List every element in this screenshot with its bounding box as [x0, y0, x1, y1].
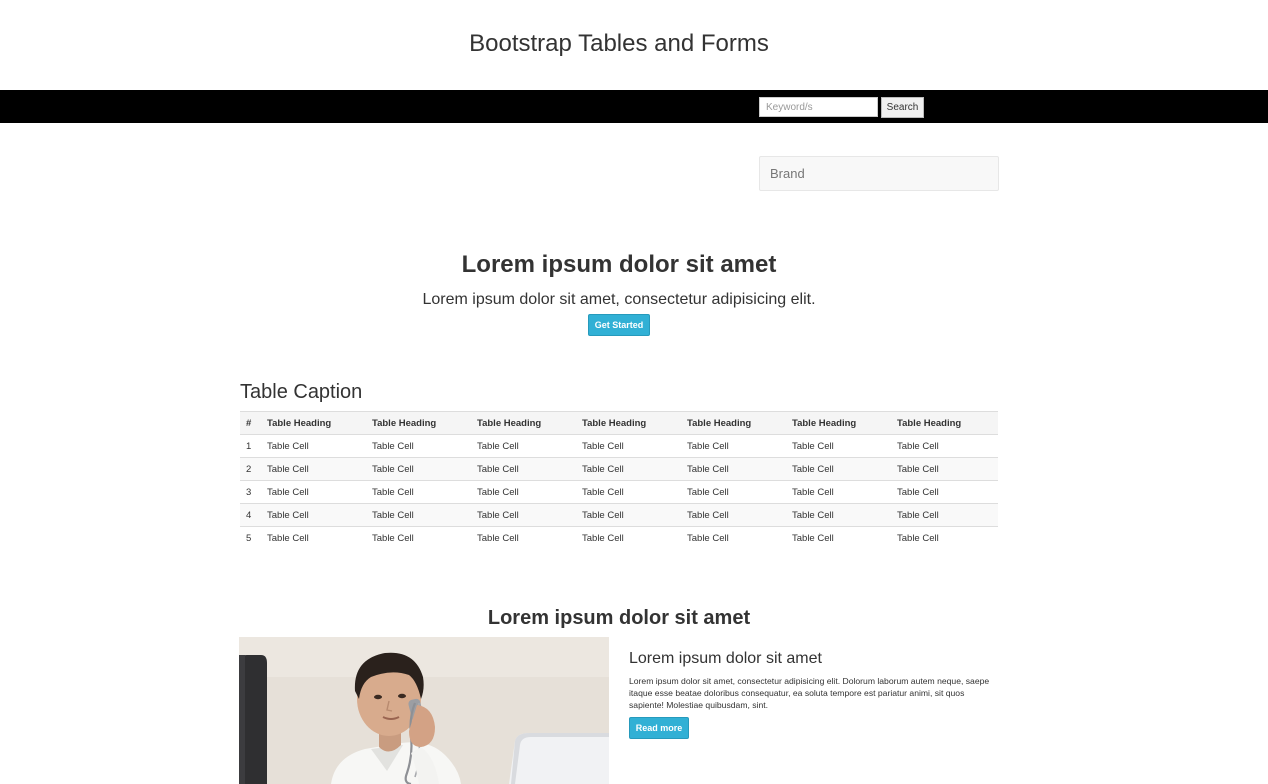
- table-cell: Table Cell: [687, 532, 729, 544]
- table-cell: Table Cell: [897, 532, 939, 544]
- table-row: 5 Table Cell Table Cell Table Cell Table…: [240, 527, 998, 550]
- read-more-button[interactable]: Read more: [629, 717, 689, 739]
- table-cell: Table Cell: [786, 457, 891, 481]
- table-cell: Table Cell: [582, 532, 624, 544]
- brand-label: Brand: [770, 166, 805, 181]
- table-cell: Table Cell: [471, 457, 576, 481]
- table-cell: Table Cell: [372, 532, 414, 544]
- table-cell: Table Cell: [471, 480, 576, 504]
- table-heading: Table Heading: [786, 411, 891, 435]
- table-cell: Table Cell: [471, 434, 576, 458]
- table-cell: Table Cell: [891, 434, 998, 458]
- table-cell: 2: [240, 457, 261, 481]
- table-heading: Table Heading: [261, 411, 366, 435]
- table-cell: Table Cell: [786, 434, 891, 458]
- table-header-row: # Table Heading Table Heading Table Head…: [240, 411, 998, 435]
- table-cell: Table Cell: [891, 503, 998, 527]
- table-heading: Table Heading: [576, 411, 681, 435]
- table-cell: Table Cell: [366, 434, 471, 458]
- table-cell: Table Cell: [267, 532, 309, 544]
- table-cell: Table Cell: [261, 503, 366, 527]
- table-cell: Table Cell: [681, 503, 786, 527]
- table-heading: Table Heading: [366, 411, 471, 435]
- table-cell: Table Cell: [786, 503, 891, 527]
- table-cell: Table Cell: [576, 480, 681, 504]
- table-cell: Table Cell: [366, 480, 471, 504]
- hero-subheading: Lorem ipsum dolor sit amet, consectetur …: [422, 291, 816, 308]
- table-cell: Table Cell: [471, 503, 576, 527]
- search-button[interactable]: Search: [881, 97, 924, 118]
- table-cell: Table Cell: [477, 532, 519, 544]
- table-cell: Table Cell: [576, 457, 681, 481]
- table-cell: 1: [240, 434, 261, 458]
- table-cell: Table Cell: [891, 457, 998, 481]
- feature-title: Lorem ipsum dolor sit amet: [629, 650, 822, 667]
- table-heading: #: [240, 411, 261, 435]
- hero-heading: Lorem ipsum dolor sit amet: [461, 251, 777, 278]
- brand-box[interactable]: Brand: [759, 156, 999, 191]
- table-cell: Table Cell: [681, 457, 786, 481]
- table-cell: 4: [240, 503, 261, 527]
- table-cell: Table Cell: [366, 457, 471, 481]
- table-cell: Table Cell: [261, 457, 366, 481]
- table-cell: 3: [240, 480, 261, 504]
- table-cell: Table Cell: [261, 480, 366, 504]
- table-row: 1 Table Cell Table Cell Table Cell Table…: [240, 434, 998, 458]
- table-row: 2 Table Cell Table Cell Table Cell Table…: [240, 457, 998, 481]
- table-cell: Table Cell: [681, 434, 786, 458]
- data-table: # Table Heading Table Heading Table Head…: [240, 411, 998, 550]
- table-heading: Table Heading: [471, 411, 576, 435]
- table-cell: Table Cell: [792, 532, 834, 544]
- table-row: 4 Table Cell Table Cell Table Cell Table…: [240, 503, 998, 527]
- table-cell: Table Cell: [681, 480, 786, 504]
- table-cell: Table Cell: [366, 503, 471, 527]
- page-title: Bootstrap Tables and Forms: [469, 30, 769, 57]
- table-cell: Table Cell: [891, 480, 998, 504]
- navbar: Search: [0, 90, 1268, 123]
- table-cell: Table Cell: [576, 434, 681, 458]
- table-caption: Table Caption: [240, 381, 363, 403]
- feature-text: Lorem ipsum dolor sit amet, consectetur …: [629, 676, 990, 710]
- man-on-phone-illustration: [239, 637, 609, 784]
- table-cell: Table Cell: [576, 503, 681, 527]
- search-input[interactable]: [759, 97, 878, 117]
- table-cell: Table Cell: [261, 434, 366, 458]
- get-started-button[interactable]: Get Started: [588, 314, 650, 336]
- table-heading: Table Heading: [681, 411, 786, 435]
- feature-section-heading: Lorem ipsum dolor sit amet: [487, 607, 751, 629]
- table-row: 3 Table Cell Table Cell Table Cell Table…: [240, 480, 998, 504]
- table-cell: 5: [246, 532, 252, 544]
- table-heading: Table Heading: [891, 411, 998, 435]
- table-cell: Table Cell: [786, 480, 891, 504]
- feature-photo: [239, 637, 609, 784]
